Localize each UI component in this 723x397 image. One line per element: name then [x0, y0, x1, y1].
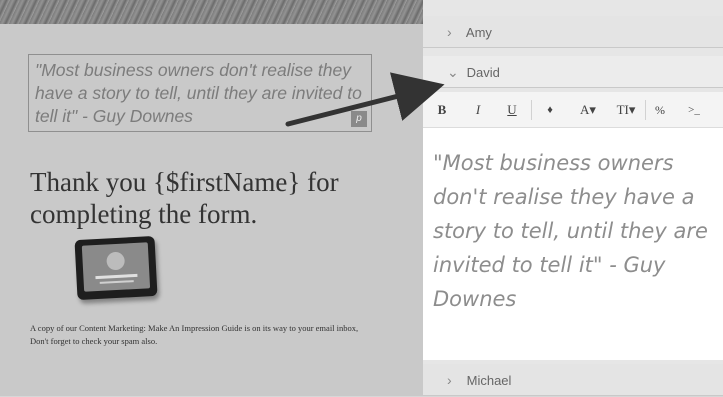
thank-you-heading: Thank you {$firstName} for completing th…: [30, 167, 339, 229]
text-size-dropdown[interactable]: TI▾: [611, 92, 641, 128]
quote-text: "Most business owners don't realise they…: [35, 60, 362, 126]
ink-icon[interactable]: ♦: [541, 92, 559, 128]
accordion-panel: › Amy ⌄ David B I U ♦ A▾ TI▾ % >_ "Most …: [423, 0, 723, 396]
tablet-image: [74, 235, 158, 301]
editor-content[interactable]: "Most business owners don't realise they…: [433, 146, 721, 316]
chevron-right-icon: ›: [447, 24, 452, 40]
accordion-label: Amy: [465, 25, 492, 40]
footer-line-2: Don't forget to check your spam also.: [30, 335, 158, 346]
header-image: [0, 0, 423, 24]
toolbar-divider: [531, 100, 532, 120]
email-preview: "Most business owners don't realise they…: [0, 0, 423, 396]
quote-block[interactable]: "Most business owners don't realise they…: [28, 54, 372, 132]
editor-toolbar: B I U ♦ A▾ TI▾ % >_: [423, 92, 723, 128]
edit-paragraph-icon[interactable]: p: [351, 111, 367, 127]
accordion-label: David: [466, 65, 500, 80]
accordion-item-amy[interactable]: › Amy: [423, 16, 723, 48]
chevron-right-icon: ›: [447, 372, 452, 388]
more-icon[interactable]: >_: [685, 92, 703, 128]
accordion-item-michael[interactable]: › Michael: [423, 364, 723, 396]
accordion-label: Michael: [466, 373, 512, 388]
footer-note: A copy of our Content Marketing: Make An…: [30, 322, 380, 347]
italic-button[interactable]: I: [469, 92, 487, 128]
font-color-dropdown[interactable]: A▾: [573, 92, 603, 128]
bold-button[interactable]: B: [433, 92, 451, 128]
toolbar-divider: [645, 100, 646, 120]
accordion-item-david[interactable]: ⌄ David: [423, 56, 723, 88]
link-icon[interactable]: %: [651, 92, 669, 128]
chevron-down-icon: ⌄: [447, 64, 459, 80]
underline-button[interactable]: U: [503, 92, 521, 128]
rich-text-editor[interactable]: "Most business owners don't realise they…: [423, 128, 723, 360]
footer-line-1: A copy of our Content Marketing: Make An…: [30, 323, 359, 333]
